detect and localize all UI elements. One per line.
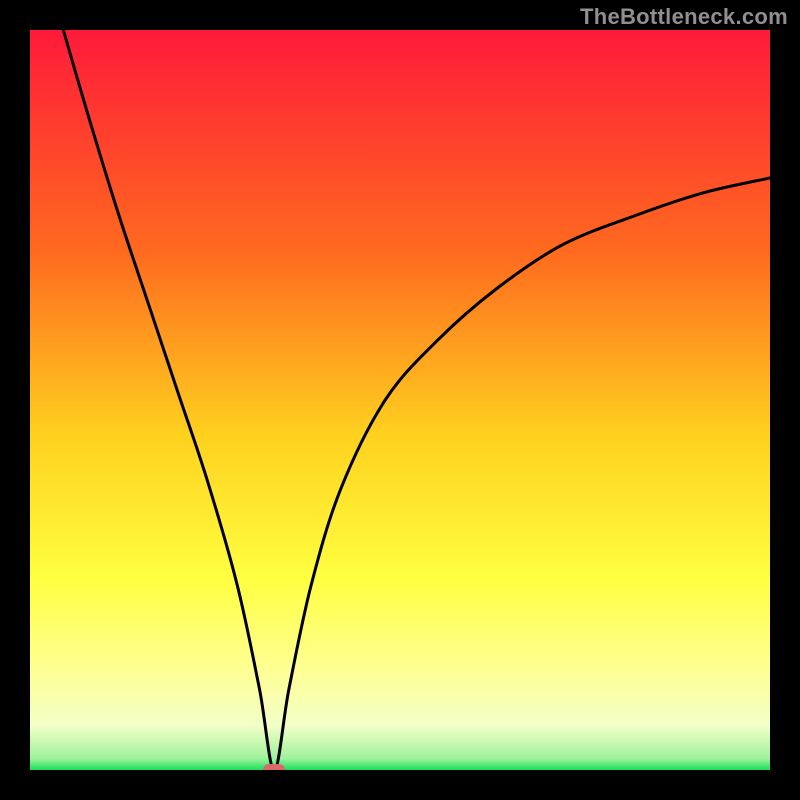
plot-area (30, 30, 770, 770)
chart-svg (30, 30, 770, 770)
chart-frame: TheBottleneck.com (0, 0, 800, 800)
gradient-background (30, 30, 770, 770)
optimum-marker (263, 764, 285, 770)
attribution-label: TheBottleneck.com (580, 4, 788, 30)
